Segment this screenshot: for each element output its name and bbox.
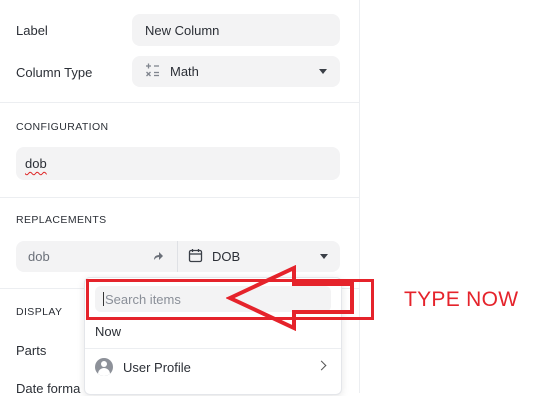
date-format-label: Date forma [16,381,81,396]
replacements-title: REPLACEMENTS [16,214,107,226]
divider [85,348,341,349]
label-input[interactable]: New Column [132,14,340,46]
column-type-label: Column Type [16,65,93,80]
column-type-value: Math [170,64,199,79]
arrow-right-icon [152,250,164,265]
panel-border [359,0,360,393]
replacement-from-value: dob [28,249,50,264]
annotation-arrow-icon [226,265,354,331]
configuration-input[interactable]: dob [16,147,340,180]
label-field-label: Label [16,23,48,38]
divider [0,197,359,198]
math-operators-icon [145,62,163,81]
menu-item-label: User Profile [123,359,191,375]
replacement-from-input[interactable]: dob [16,241,177,272]
menu-item-user-profile[interactable]: User Profile [95,356,331,378]
label-input-value: New Column [145,22,220,38]
user-avatar-icon [95,358,113,376]
configuration-title: CONFIGURATION [16,121,109,133]
display-title: DISPLAY [16,306,63,318]
annotation-text: TYPE NOW [404,288,519,311]
calendar-icon [188,248,204,266]
chevron-down-icon [320,254,328,259]
column-type-select[interactable]: Math [132,56,340,87]
configuration-value: dob [25,156,47,171]
menu-item-now[interactable]: Now [95,324,121,339]
chevron-down-icon [319,69,327,74]
divider [0,102,359,103]
chevron-right-icon [316,360,327,371]
parts-label: Parts [16,343,47,358]
replacement-to-value: DOB [212,249,241,264]
